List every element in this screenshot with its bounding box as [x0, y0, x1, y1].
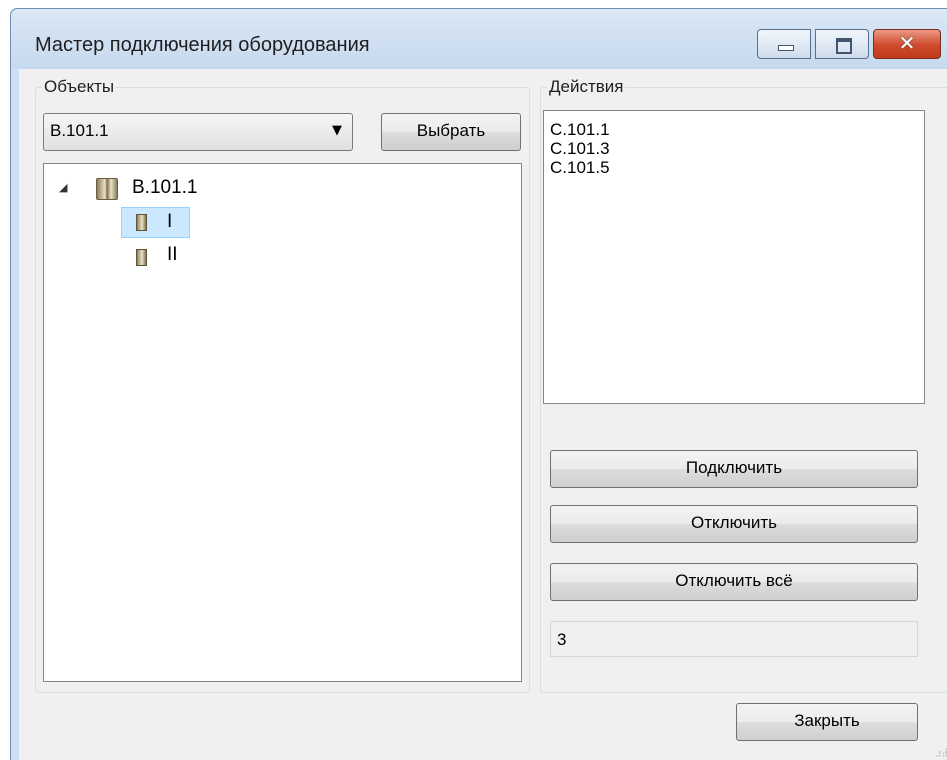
tree-expand-icon[interactable]: ◢	[59, 181, 67, 194]
disconnect-button-label: Отключить	[691, 513, 777, 532]
select-button-label: Выбрать	[416, 121, 486, 140]
close-button[interactable]: Закрыть	[736, 703, 918, 741]
tree-node-label[interactable]: II	[167, 244, 178, 266]
list-item[interactable]: C.101.1	[550, 120, 610, 140]
dropdown-arrow-icon: ▼	[332, 123, 342, 138]
disconnect-all-button[interactable]: Отключить всё	[550, 563, 918, 601]
panel-icon	[136, 214, 147, 231]
actions-list[interactable]: C.101.1 C.101.3 C.101.5	[543, 110, 925, 404]
connect-button-label: Подключить	[685, 458, 783, 477]
list-item[interactable]: C.101.3	[550, 139, 610, 159]
object-combo[interactable]: B.101.1 ▼	[43, 113, 353, 151]
select-button[interactable]: Выбрать	[381, 113, 521, 151]
count-value: 3	[557, 630, 567, 649]
dialog-client-area: Объекты B.101.1 ▼ Выбрать ◢ B.101.1 I II…	[19, 69, 947, 760]
tree-node-label[interactable]: I	[167, 211, 172, 233]
resize-grip-icon[interactable]: ⠠⠰ ⠴⠶	[935, 746, 947, 759]
close-button-label: Закрыть	[794, 711, 860, 730]
list-item[interactable]: C.101.5	[550, 158, 610, 178]
title-bar[interactable]: Мастер подключения оборудования ✕	[11, 9, 947, 69]
disconnect-button[interactable]: Отключить	[550, 505, 918, 543]
object-combo-value: B.101.1	[50, 121, 109, 140]
count-field: 3	[550, 621, 918, 657]
maximize-button[interactable]	[815, 29, 869, 59]
dialog-window: Мастер подключения оборудования ✕ Объект…	[10, 8, 947, 760]
tree-root-label[interactable]: B.101.1	[132, 177, 198, 199]
cabinet-icon	[96, 178, 118, 200]
minimize-icon	[778, 45, 794, 51]
connect-button[interactable]: Подключить	[550, 450, 918, 488]
close-icon: ✕	[898, 31, 916, 55]
disconnect-all-button-label: Отключить всё	[675, 571, 793, 590]
minimize-button[interactable]	[757, 29, 811, 59]
object-tree[interactable]: ◢ B.101.1 I II	[43, 163, 522, 682]
maximize-icon	[836, 38, 852, 54]
actions-group-label: Действия	[547, 77, 626, 97]
window-title: Мастер подключения оборудования	[35, 34, 370, 56]
tree-selection-highlight	[121, 207, 190, 238]
objects-group-label: Объекты	[42, 77, 117, 97]
panel-icon	[136, 249, 147, 266]
close-window-button[interactable]: ✕	[873, 29, 941, 59]
